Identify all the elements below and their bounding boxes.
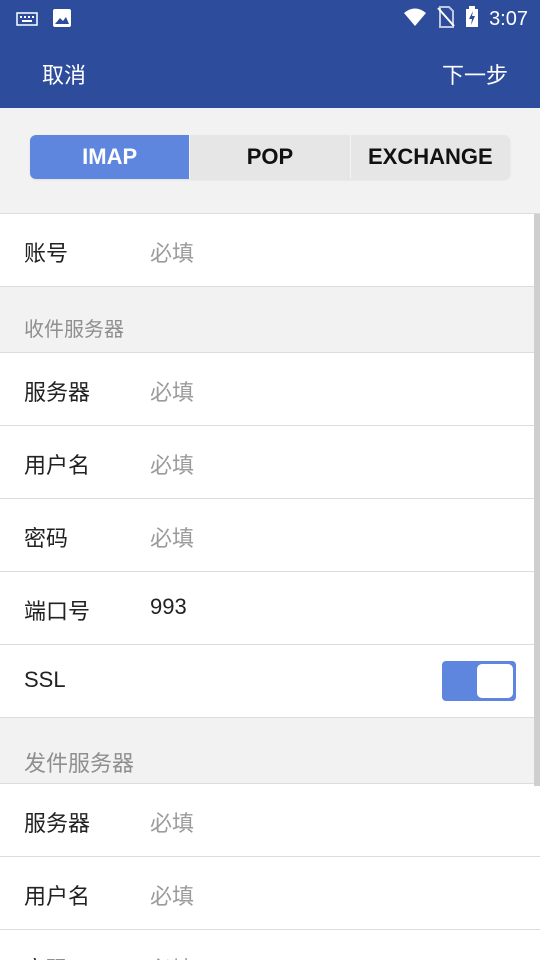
status-left-icons (16, 8, 72, 32)
ssl-toggle[interactable] (442, 661, 516, 701)
incoming-port-input[interactable]: 993 (150, 594, 187, 620)
outgoing-username-row[interactable]: 用户名 必填 (0, 856, 540, 929)
outgoing-password-label: 密码 (24, 952, 68, 960)
battery-charging-icon (465, 6, 479, 32)
incoming-server-input[interactable]: 必填 (150, 375, 194, 407)
ssl-row: SSL (0, 644, 540, 717)
app-bar: 取消 下一步 (0, 36, 540, 108)
incoming-password-input[interactable]: 必填 (150, 521, 194, 553)
tab-exchange[interactable]: EXCHANGE (349, 135, 510, 179)
scrollbar[interactable] (534, 214, 540, 786)
tab-imap[interactable]: IMAP (30, 135, 190, 179)
incoming-server-section: 收件服务器 (0, 286, 540, 352)
next-step-button[interactable]: 下一步 (442, 58, 508, 90)
outgoing-section-title: 发件服务器 (24, 752, 135, 777)
incoming-port-label: 端口号 (24, 600, 91, 625)
incoming-section-title: 收件服务器 (24, 317, 124, 341)
image-icon (52, 8, 72, 32)
incoming-server-label: 服务器 (24, 381, 91, 406)
tab-pop[interactable]: POP (189, 135, 349, 179)
outgoing-password-row[interactable]: 密码 必填 (0, 929, 540, 960)
ssl-label: SSL (24, 667, 66, 692)
account-row[interactable]: 账号 必填 (0, 213, 540, 286)
outgoing-server-input[interactable]: 必填 (150, 806, 194, 838)
status-bar: 3:07 (0, 0, 540, 36)
outgoing-server-row[interactable]: 服务器 必填 (0, 783, 540, 856)
clock: 3:07 (489, 7, 528, 30)
incoming-username-label: 用户名 (24, 454, 91, 479)
account-input[interactable]: 必填 (150, 236, 194, 268)
incoming-server-row[interactable]: 服务器 必填 (0, 352, 540, 425)
outgoing-server-section: 发件服务器 (0, 717, 540, 783)
keyboard-icon (16, 11, 38, 30)
outgoing-username-label: 用户名 (24, 885, 91, 910)
incoming-port-row[interactable]: 端口号 993 (0, 571, 540, 644)
wifi-icon (403, 7, 427, 31)
ssl-toggle-knob (477, 664, 513, 698)
incoming-username-input[interactable]: 必填 (150, 448, 194, 480)
no-sim-icon (437, 6, 455, 32)
account-label: 账号 (24, 242, 69, 267)
outgoing-server-label: 服务器 (24, 812, 91, 837)
outgoing-password-input[interactable]: 必填 (150, 952, 194, 960)
incoming-password-label: 密码 (24, 527, 69, 552)
status-right-icons: 3:07 (403, 6, 528, 32)
cancel-button[interactable]: 取消 (42, 58, 86, 90)
protocol-segmented-control: IMAP POP EXCHANGE (30, 135, 510, 179)
incoming-password-row[interactable]: 密码 必填 (0, 498, 540, 571)
incoming-username-row[interactable]: 用户名 必填 (0, 425, 540, 498)
outgoing-username-input[interactable]: 必填 (150, 879, 194, 911)
protocol-selector-area: IMAP POP EXCHANGE (0, 108, 540, 214)
